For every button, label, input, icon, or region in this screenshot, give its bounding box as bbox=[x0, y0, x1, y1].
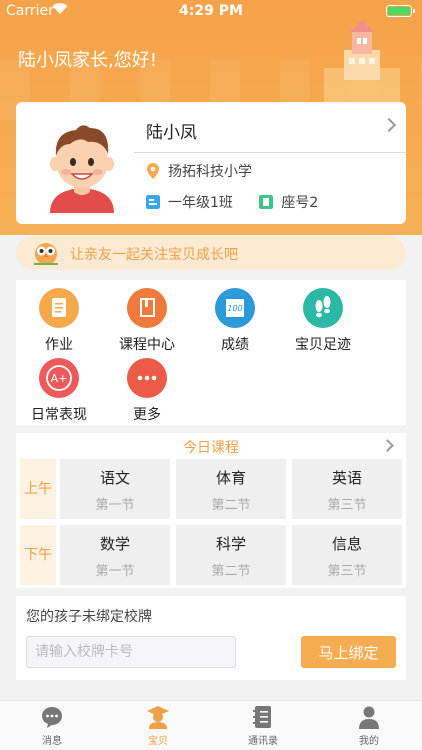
menu-item-footprints[interactable]: 宝贝足迹 bbox=[283, 288, 363, 354]
grade-sheet-icon: 100 bbox=[215, 288, 255, 328]
course-cell[interactable]: 体育 第二节 bbox=[176, 459, 286, 519]
invite-family-banner[interactable]: 让亲友一起关注宝贝成长吧 bbox=[16, 236, 406, 270]
a-plus-icon: A+ bbox=[39, 358, 79, 398]
course-subject: 体育 bbox=[215, 469, 246, 487]
tab-messages[interactable]: 消息 bbox=[12, 705, 92, 747]
divider bbox=[134, 152, 406, 153]
course-slot: 第三节 bbox=[327, 564, 367, 579]
menu-label: 课程中心 bbox=[119, 337, 175, 353]
course-slot: 第二节 bbox=[211, 498, 251, 513]
menu-label: 日常表现 bbox=[31, 407, 87, 423]
menu-item-daily-performance[interactable]: A+ 日常表现 bbox=[19, 358, 99, 424]
menu-item-course-center[interactable]: 课程中心 bbox=[107, 288, 187, 354]
status-bar: Carrier 4:29 PM bbox=[0, 0, 422, 22]
tab-bar: 消息 宝贝 通讯录 我的 bbox=[0, 700, 422, 750]
battery-icon bbox=[386, 5, 415, 17]
tab-label: 通讯录 bbox=[248, 736, 278, 747]
castle-tower-icon bbox=[324, 20, 400, 105]
course-slot: 第一节 bbox=[95, 498, 135, 513]
course-cell[interactable]: 科学 第二节 bbox=[176, 525, 286, 585]
school-name: 扬拓科技小学 bbox=[168, 164, 252, 180]
bind-now-button[interactable]: 马上绑定 bbox=[301, 636, 396, 668]
tab-mine[interactable]: 我的 bbox=[329, 705, 409, 747]
chevron-right-icon[interactable] bbox=[381, 117, 397, 133]
menu-item-homework[interactable]: 作业 bbox=[19, 288, 99, 354]
person-icon bbox=[359, 706, 379, 729]
course-cell[interactable]: 信息 第三节 bbox=[292, 525, 402, 585]
contacts-book-icon bbox=[253, 706, 271, 728]
child-avatar bbox=[50, 125, 114, 213]
menu-item-more[interactable]: 更多 bbox=[107, 358, 187, 424]
course-cell[interactable]: 语文 第一节 bbox=[60, 459, 170, 519]
menu-label: 成绩 bbox=[221, 337, 249, 353]
seat-bookmark-icon bbox=[259, 195, 274, 209]
owl-icon bbox=[34, 243, 58, 265]
tab-contacts[interactable]: 通讯录 bbox=[223, 705, 303, 747]
course-cell[interactable]: 英语 第三节 bbox=[292, 459, 402, 519]
more-dots-icon bbox=[127, 358, 167, 398]
school-row: 扬拓科技小学 bbox=[146, 161, 252, 181]
card-number-input[interactable] bbox=[26, 636, 236, 668]
status-time: 4:29 PM bbox=[179, 3, 243, 19]
courses-title[interactable]: 今日课程 bbox=[16, 437, 406, 457]
footprints-icon bbox=[303, 288, 343, 328]
svg-text:A+: A+ bbox=[51, 372, 68, 385]
menu-label: 更多 bbox=[133, 407, 161, 423]
course-slot: 第一节 bbox=[95, 564, 135, 579]
course-subject: 信息 bbox=[331, 535, 362, 553]
tab-label: 宝贝 bbox=[148, 736, 168, 747]
greeting-text: 陆小凤家长,您好! bbox=[18, 50, 157, 71]
student-icon bbox=[147, 706, 169, 729]
seat-number: 座号2 bbox=[281, 195, 319, 211]
svg-text:100: 100 bbox=[227, 304, 242, 313]
bind-prompt: 您的孩子未绑定校牌 bbox=[26, 609, 152, 625]
menu-label: 作业 bbox=[45, 337, 73, 353]
course-slot: 第二节 bbox=[211, 564, 251, 579]
tab-label: 消息 bbox=[42, 736, 62, 747]
today-courses-panel: 今日课程 上午 语文 第一节 体育 第二节 英语 第三节 下午 数学 第一节 科… bbox=[16, 433, 406, 588]
course-subject: 语文 bbox=[99, 469, 130, 487]
tab-baby[interactable]: 宝贝 bbox=[118, 705, 198, 747]
period-morning: 上午 bbox=[20, 459, 56, 519]
period-afternoon: 下午 bbox=[20, 525, 56, 585]
location-pin-icon bbox=[147, 163, 159, 179]
course-cell[interactable]: 数学 第一节 bbox=[60, 525, 170, 585]
homework-icon bbox=[39, 288, 79, 328]
child-name: 陆小凤 bbox=[146, 123, 197, 143]
message-bubble-icon bbox=[42, 707, 62, 728]
feature-menu: 作业 课程中心 100 成绩 宝贝足迹 A+ 日常表现 更多 bbox=[16, 280, 406, 425]
class-name: 一年级1班 bbox=[168, 195, 233, 211]
child-profile-card[interactable]: 陆小凤 扬拓科技小学 一年级1班 座号2 bbox=[16, 102, 406, 224]
course-subject: 数学 bbox=[99, 535, 130, 553]
class-row: 一年级1班 座号2 bbox=[146, 192, 318, 212]
invite-text: 让亲友一起关注宝贝成长吧 bbox=[70, 247, 238, 263]
bind-card-panel: 您的孩子未绑定校牌 马上绑定 bbox=[16, 596, 406, 680]
course-book-icon bbox=[127, 288, 167, 328]
course-slot: 第三节 bbox=[327, 498, 367, 513]
course-subject: 科学 bbox=[215, 535, 246, 553]
class-card-icon bbox=[146, 195, 160, 209]
course-subject: 英语 bbox=[331, 469, 362, 487]
menu-label: 宝贝足迹 bbox=[295, 337, 351, 353]
menu-item-grades[interactable]: 100 成绩 bbox=[195, 288, 275, 354]
tab-label: 我的 bbox=[359, 736, 379, 747]
